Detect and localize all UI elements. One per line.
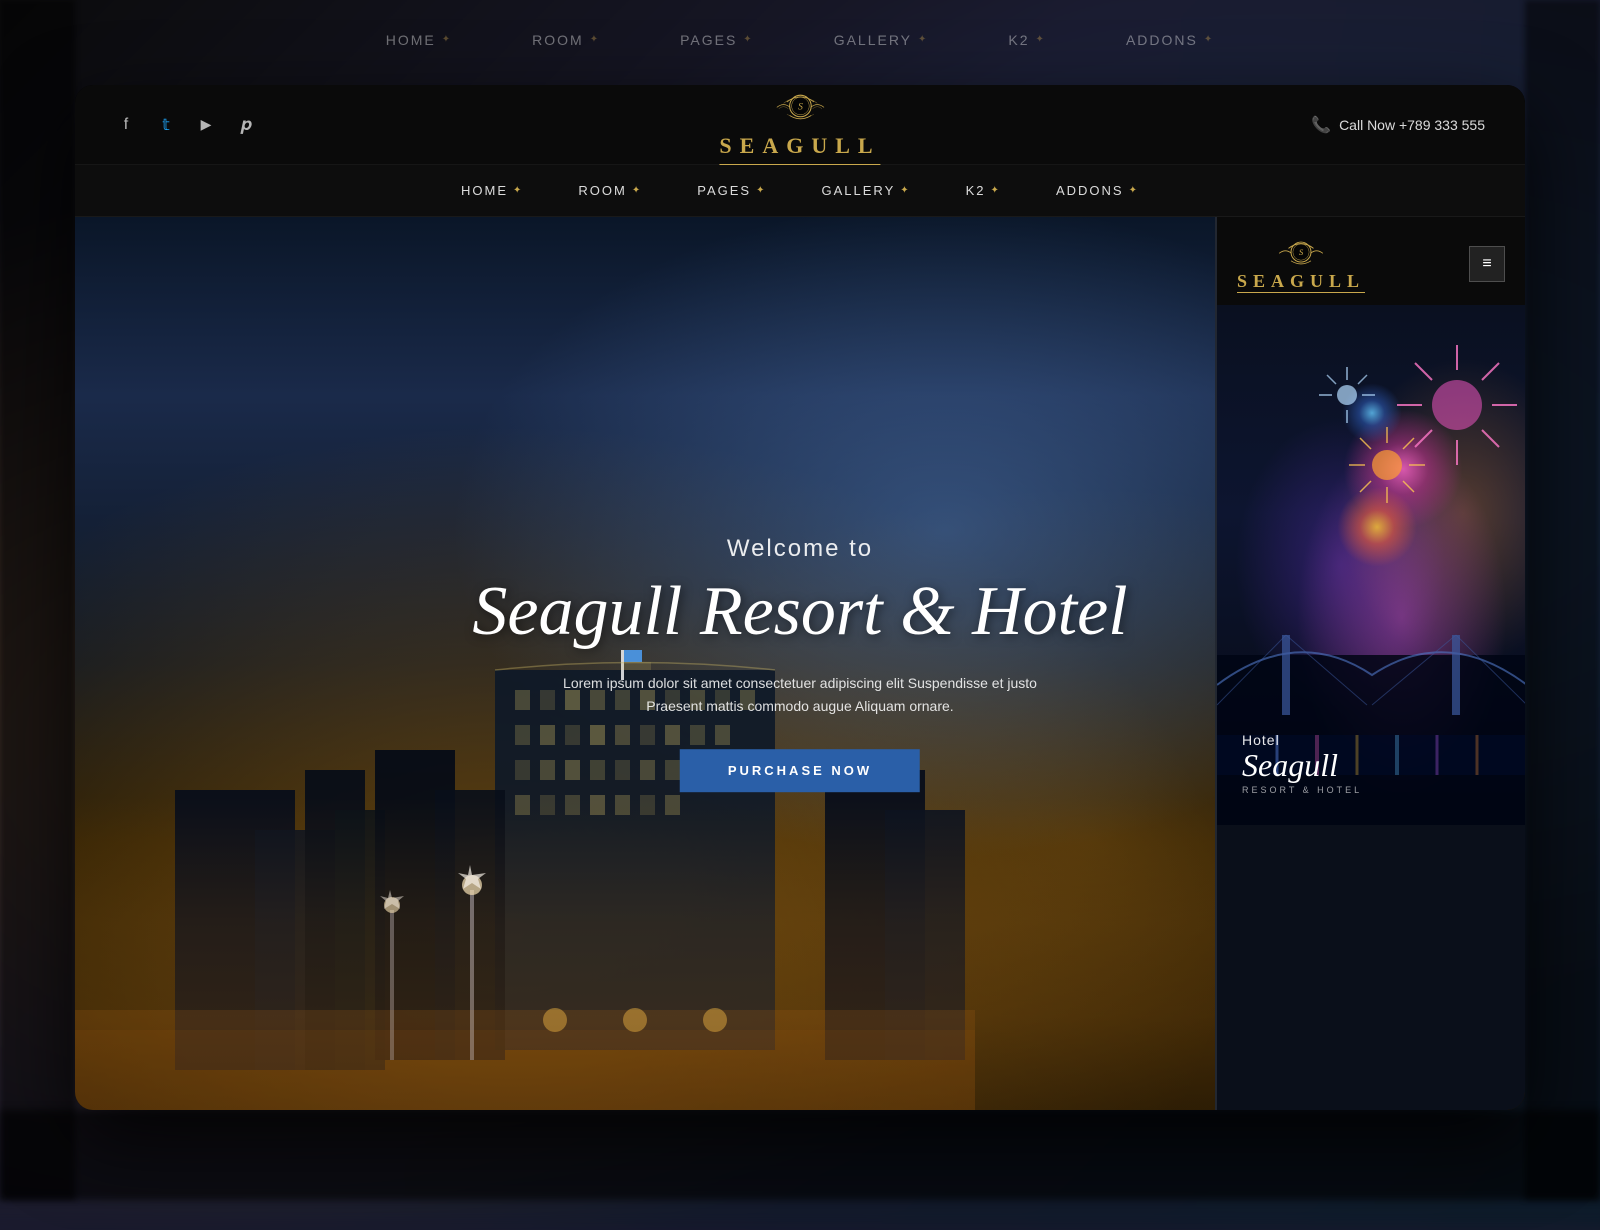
logo-text: SEAGULL [719,133,880,159]
outer-nav-label: ROOM [532,32,584,48]
bottom-blur-overlay [0,1110,1600,1200]
nav-item-k2[interactable]: K2 ✦ [966,183,1001,198]
phone-icon: 📞 [1311,115,1331,135]
outer-nav-icon-pages: ✦ [743,34,753,45]
nav-icon-pages: ✦ [756,185,766,196]
nav-icon-addons: ✦ [1129,185,1139,196]
outer-nav-icon-home: ✦ [442,34,452,45]
nav-item-gallery[interactable]: GALLERY ✦ [822,183,911,198]
mobile-hotel-name: Seagull [1242,748,1362,783]
nav-item-addons[interactable]: ADDONS ✦ [1056,183,1139,198]
logo-emblem: S [773,85,827,129]
logo-underline [719,164,880,165]
outer-nav-item-k2: K2 ✦ [1008,32,1046,48]
mobile-logo-underline [1237,292,1365,293]
outer-nav-icon-room: ✦ [590,34,600,45]
outer-nav-icon-addons: ✦ [1204,34,1214,45]
site-header: f 𝕥 ▶ 𝒑 S [75,85,1525,165]
hamburger-button[interactable]: ≡ [1469,246,1505,282]
mobile-mockup: S SEAGULL ≡ [1215,217,1525,1110]
pinterest-icon[interactable]: 𝒑 [235,114,257,136]
hero-content: Welcome to Seagull Resort & Hotel Lorem … [329,535,1272,793]
hero-section: Welcome to Seagull Resort & Hotel Lorem … [75,217,1525,1110]
outer-nav-item-pages: PAGES ✦ [680,32,754,48]
hero-description: Lorem ipsum dolor sit amet consectetuer … [550,672,1050,720]
mobile-logo-area: S SEAGULL [1237,235,1365,293]
mobile-logo-text: SEAGULL [1237,271,1365,292]
site-nav: HOME ✦ ROOM ✦ PAGES ✦ GALLERY ✦ K2 ✦ ADD… [75,165,1525,217]
outer-nav-item-home: HOME ✦ [386,32,452,48]
browser-mockup: f 𝕥 ▶ 𝒑 S [75,85,1525,1110]
logo-area: S SEAGULL [719,85,880,165]
mobile-hotel-label: Hotel Seagull RESORT & HOTEL [1242,732,1362,795]
mobile-header: S SEAGULL ≡ [1217,217,1525,305]
hero-title: Seagull Resort & Hotel [329,573,1272,650]
right-blur-overlay [1525,0,1600,1200]
nav-icon-gallery: ✦ [900,185,910,196]
outer-nav-label: GALLERY [834,32,912,48]
outer-nav-label: HOME [386,32,436,48]
nav-icon-k2: ✦ [991,185,1001,196]
outer-nav: HOME ✦ ROOM ✦ PAGES ✦ GALLERY ✦ K2 ✦ ADD… [0,12,1600,67]
left-blur-overlay [0,0,75,1200]
nav-item-home[interactable]: HOME ✦ [461,183,523,198]
purchase-now-button[interactable]: PURCHASE NOW [680,749,920,792]
twitter-icon[interactable]: 𝕥 [155,114,177,136]
call-now: 📞 Call Now +789 333 555 [1311,115,1485,135]
hamburger-icon: ≡ [1482,255,1491,273]
mobile-logo-emblem: S [1276,235,1326,271]
call-now-text: Call Now +789 333 555 [1339,117,1485,133]
nav-icon-room: ✦ [632,185,642,196]
welcome-text: Welcome to [329,535,1272,563]
outer-nav-item-gallery: GALLERY ✦ [834,32,929,48]
nav-item-room[interactable]: ROOM ✦ [578,183,642,198]
outer-nav-item-addons: ADDONS ✦ [1126,32,1214,48]
svg-text:S: S [1299,247,1304,257]
outer-nav-icon-gallery: ✦ [918,34,928,45]
outer-nav-label: ADDONS [1126,32,1198,48]
outer-nav-item-room: ROOM ✦ [532,32,600,48]
outer-nav-icon-k2: ✦ [1036,34,1046,45]
social-icons: f 𝕥 ▶ 𝒑 [115,114,257,136]
outer-nav-label: PAGES [680,32,737,48]
mobile-hero-image: Hotel Seagull RESORT & HOTEL [1217,305,1525,825]
mobile-hotel-prefix: Hotel [1242,732,1362,748]
nav-icon-home: ✦ [513,185,523,196]
facebook-icon[interactable]: f [115,114,137,136]
youtube-icon[interactable]: ▶ [195,114,217,136]
mobile-hotel-subtitle: RESORT & HOTEL [1242,785,1362,795]
nav-item-pages[interactable]: PAGES ✦ [697,183,766,198]
outer-nav-label: K2 [1008,32,1029,48]
svg-text:S: S [798,102,803,112]
